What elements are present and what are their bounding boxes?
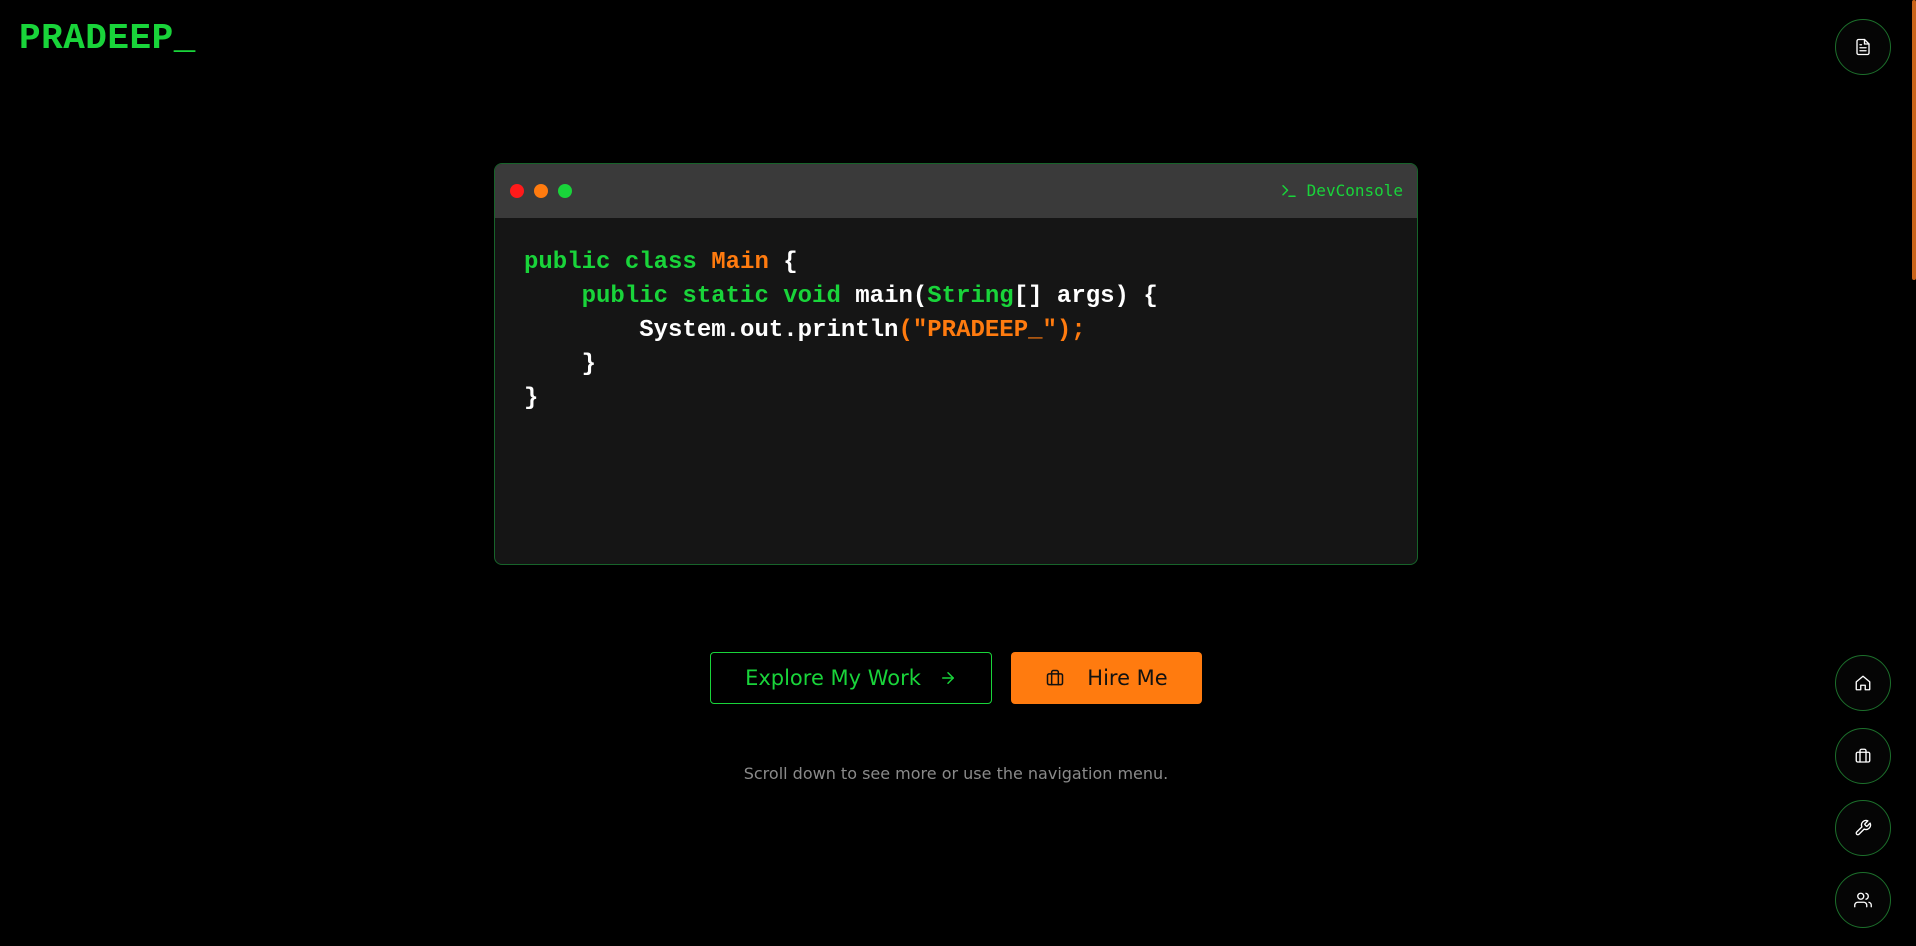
arrow-right-icon bbox=[941, 672, 954, 684]
site-logo[interactable]: PRADEEP_ bbox=[19, 18, 196, 59]
code-text: main( bbox=[855, 283, 928, 310]
explore-work-label: Explore My Work bbox=[745, 666, 921, 690]
resume-button[interactable] bbox=[1835, 19, 1891, 75]
nav-home-button[interactable] bbox=[1835, 655, 1891, 711]
code-block: public class Main { public static void m… bbox=[495, 218, 1417, 416]
scroll-hint: Scroll down to see more or use the navig… bbox=[743, 764, 1169, 783]
scrollbar-thumb[interactable] bbox=[1912, 0, 1916, 280]
code-line-2: public static void main(String[] args) { bbox=[524, 283, 1158, 310]
document-icon bbox=[1856, 38, 1870, 56]
code-line-1: public class Main { bbox=[524, 249, 798, 276]
console-title-label: DevConsole bbox=[1306, 181, 1403, 200]
code-line-5: } bbox=[524, 385, 539, 412]
code-line-3: System.out.println("PRADEEP_"); bbox=[524, 317, 1086, 344]
briefcase-icon bbox=[1047, 669, 1064, 686]
code-keyword: public class bbox=[524, 249, 712, 276]
hire-me-label: Hire Me bbox=[1087, 666, 1168, 690]
maximize-dot-icon bbox=[558, 184, 572, 198]
nav-skills-button[interactable] bbox=[1835, 800, 1891, 856]
home-icon bbox=[1855, 675, 1871, 691]
code-text: System.out.println bbox=[639, 317, 899, 344]
nav-contact-button[interactable] bbox=[1835, 872, 1891, 928]
minimize-dot-icon bbox=[534, 184, 548, 198]
code-line-4: } bbox=[524, 351, 597, 378]
code-type: String bbox=[927, 283, 1014, 310]
code-class-name: Main bbox=[711, 249, 769, 276]
hire-me-button[interactable]: Hire Me bbox=[1011, 652, 1202, 704]
nav-work-button[interactable] bbox=[1835, 728, 1891, 784]
code-string: ("PRADEEP_"); bbox=[898, 317, 1086, 344]
code-text: { bbox=[768, 249, 798, 276]
users-icon bbox=[1854, 892, 1872, 908]
console-titlebar: DevConsole bbox=[495, 164, 1417, 218]
code-text: [] args) { bbox=[1013, 283, 1158, 310]
briefcase-icon bbox=[1855, 748, 1871, 763]
wrench-icon bbox=[1855, 819, 1872, 836]
code-keyword: public static void bbox=[581, 283, 856, 310]
console-title: DevConsole bbox=[1279, 181, 1403, 200]
terminal-icon bbox=[1281, 184, 1296, 197]
dev-console-window: DevConsole public class Main { public st… bbox=[494, 163, 1418, 565]
close-dot-icon bbox=[510, 184, 524, 198]
explore-work-button[interactable]: Explore My Work bbox=[710, 652, 992, 704]
